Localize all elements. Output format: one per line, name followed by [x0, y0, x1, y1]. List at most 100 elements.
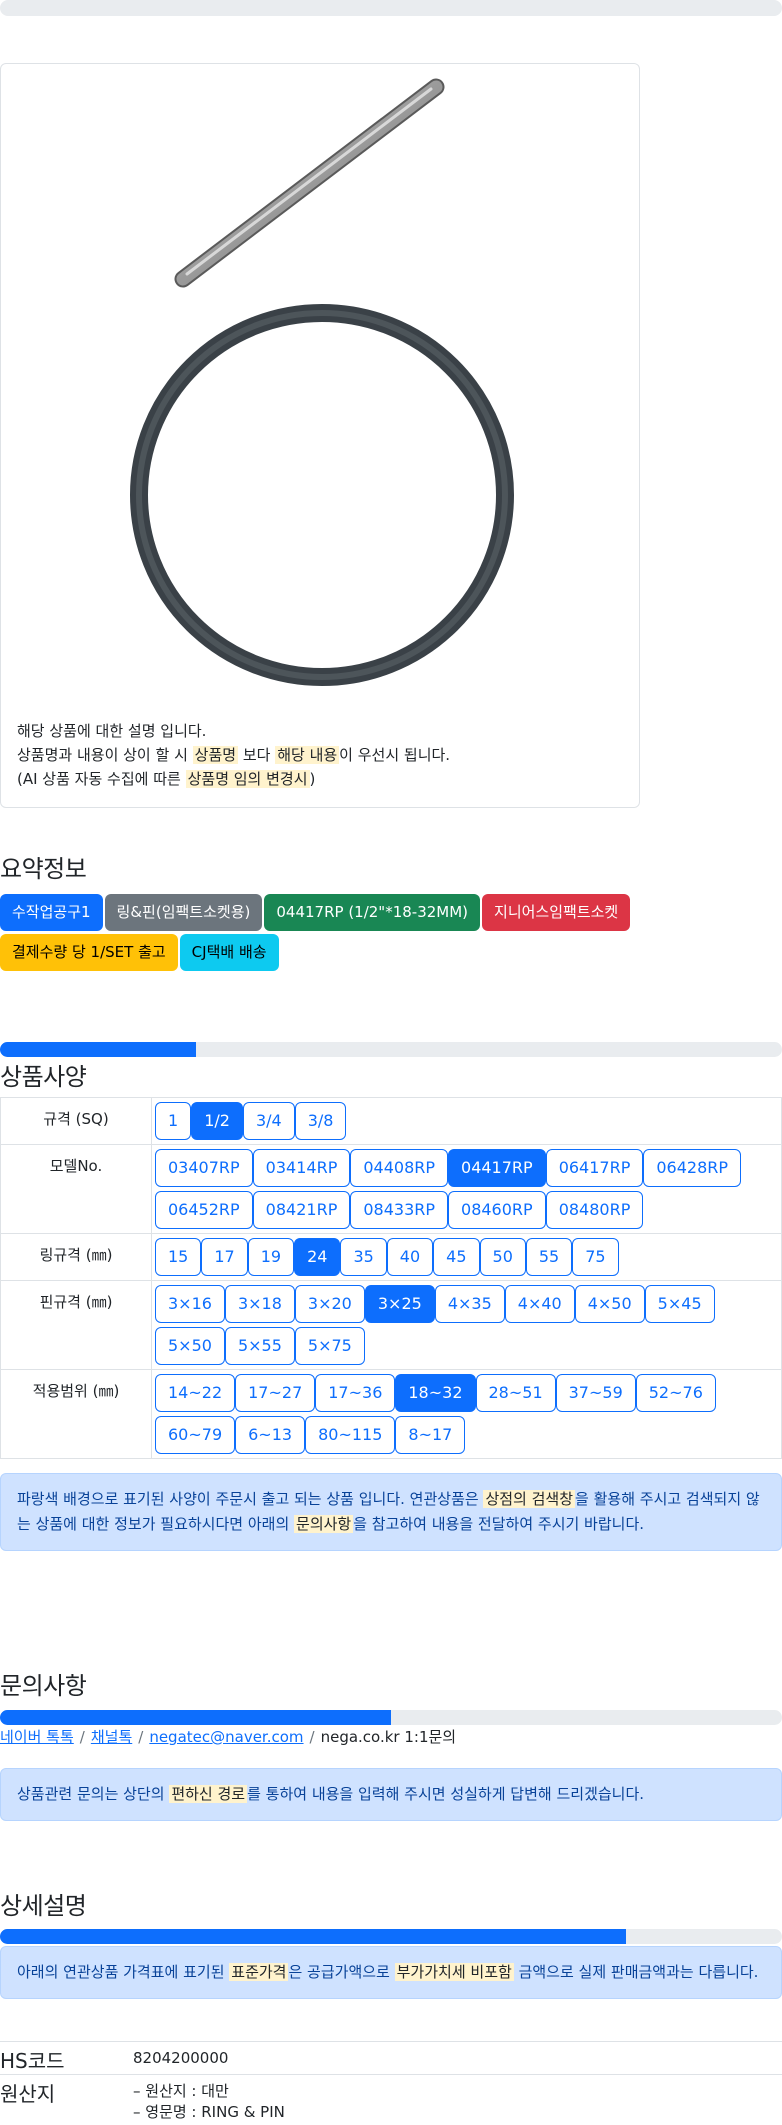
spec-option-button[interactable]: 08460RP — [448, 1191, 546, 1229]
spec-option-button[interactable]: 1 — [155, 1102, 192, 1140]
inquiry-progress-bar — [0, 1710, 782, 1725]
spec-option-button[interactable]: 8~17 — [395, 1416, 466, 1454]
ring-shape — [130, 304, 514, 686]
spec-option-button[interactable]: 37~59 — [555, 1374, 636, 1412]
spec-notice: 파랑색 배경으로 표기된 사양이 주문시 출고 되는 상품 입니다. 연관상품은… — [0, 1473, 782, 1551]
spec-option-button[interactable]: 52~76 — [635, 1374, 716, 1412]
spec-option-button[interactable]: 4×50 — [574, 1285, 645, 1323]
inquiry-title: 문의사항 — [0, 1672, 87, 1700]
spec-option-button[interactable]: 5×50 — [155, 1327, 225, 1365]
summary-badge: 지니어스임팩트소켓 — [482, 894, 631, 931]
highlight-rename: 상품명 임의 변경시 — [185, 770, 310, 788]
info-key: HS코드 — [0, 2041, 133, 2075]
summary-badge: 04417RP (1/2"*18-32MM) — [264, 894, 481, 931]
spec-option-button[interactable]: 08433RP — [350, 1191, 449, 1229]
spec-option-button[interactable]: 15 — [155, 1238, 202, 1276]
spec-option-button[interactable]: 40 — [386, 1238, 434, 1276]
spec-option-button[interactable]: 19 — [247, 1238, 295, 1276]
summary-badge: 링&핀(임팩트소켓용) — [104, 894, 263, 931]
spec-option-button[interactable]: 3/4 — [242, 1102, 295, 1140]
summary-badge: CJ택배 배송 — [179, 934, 279, 971]
email-link[interactable]: negatec@naver.com — [149, 1728, 303, 1746]
spec-option-button[interactable]: 3×25 — [364, 1285, 435, 1323]
spec-option-button[interactable]: 3×18 — [224, 1285, 295, 1323]
spec-options: 1 1/2 3/4 3/8 — [151, 1097, 782, 1145]
info-value-line: 8204200000 — [133, 2049, 229, 2067]
spec-option-button[interactable]: 28~51 — [475, 1374, 556, 1412]
summary-badge: 수작업공구1 — [0, 894, 103, 931]
channel-talk-link[interactable]: 채널톡 — [91, 1728, 132, 1746]
info-row: 원산지 – 원산지 : 대만 – 영문명 : RING & PIN — [0, 2074, 782, 2125]
spec-options: 15 17 19 24 35 40 45 50 55 75 — [151, 1233, 782, 1281]
highlight-vat: 부가가치세 비포함 — [394, 1963, 514, 1981]
spec-option-button[interactable]: 06452RP — [155, 1191, 253, 1229]
site-inquiry-text: nega.co.kr 1:1문의 — [320, 1728, 457, 1746]
spec-option-button[interactable]: 17~27 — [235, 1374, 316, 1412]
spec-option-button[interactable]: 1/2 — [191, 1102, 243, 1140]
info-row: HS코드 8204200000 — [0, 2041, 782, 2075]
info-value: – 원산지 : 대만 – 영문명 : RING & PIN — [133, 2074, 782, 2125]
spec-row: 모델No. 03407RP 03414RP 04408RP 04417RP 06417RP… — [0, 1144, 782, 1234]
spec-options: 03407RP 03414RP 04408RP 04417RP 06417RP 06428… — [151, 1144, 782, 1234]
spec-progress-bar — [0, 1042, 782, 1057]
spec-label: 모델No. — [0, 1144, 152, 1234]
spec-option-button[interactable]: 03407RP — [155, 1149, 253, 1187]
notice-line-2: 상품명과 내용이 상이 할 시 상품명 보다 해당 내용 이 우선시 됩니다. — [17, 746, 451, 764]
highlight-search: 상점의 검색창 — [483, 1490, 576, 1508]
info-value-line: – 영문명 : RING & PIN — [133, 2103, 285, 2121]
spec-option-button[interactable]: 5×45 — [644, 1285, 715, 1323]
detail-notice: 아래의 연관상품 가격표에 표기된 표준가격 은 공급가액으로 부가가치세 비포함… — [0, 1946, 782, 1999]
spec-option-button[interactable]: 06417RP — [545, 1149, 644, 1187]
spec-option-button[interactable]: 3×20 — [294, 1285, 365, 1323]
spec-option-button[interactable]: 24 — [294, 1238, 341, 1276]
spec-option-button[interactable]: 75 — [572, 1238, 619, 1276]
spec-label: 링규격 (㎜) — [0, 1233, 152, 1281]
highlight-content: 해당 내용 — [275, 746, 340, 764]
spec-row: 핀규격 (㎜) 3×16 3×18 3×20 3×25 4×35 4×40 4×50 5×45 5… — [0, 1280, 782, 1370]
spec-option-button[interactable]: 3×16 — [155, 1285, 225, 1323]
spec-option-button[interactable]: 35 — [340, 1238, 387, 1276]
spec-option-button[interactable]: 5×75 — [294, 1327, 365, 1365]
inquiry-notice: 상품관련 문의는 상단의 편하신 경로 를 통하여 내용을 입력해 주시면 성실하… — [0, 1768, 782, 1821]
info-value-line: – 원산지 : 대만 — [133, 2082, 229, 2100]
spec-title: 상품사양 — [0, 1063, 87, 1091]
spec-row: 링규격 (㎜) 15 17 19 24 35 40 45 50 55 75 — [0, 1233, 782, 1281]
spec-option-button[interactable]: 4×35 — [434, 1285, 505, 1323]
spec-option-button[interactable]: 6~13 — [235, 1416, 306, 1454]
spec-option-button[interactable]: 55 — [525, 1238, 573, 1276]
spec-option-button[interactable]: 08421RP — [252, 1191, 351, 1229]
spec-option-button[interactable]: 50 — [479, 1238, 526, 1276]
inquiry-progress-fill — [0, 1710, 391, 1725]
naver-talk-link[interactable]: 네이버 톡톡 — [0, 1728, 74, 1746]
top-progress-bar — [0, 0, 782, 16]
spec-options: 3×16 3×18 3×20 3×25 4×35 4×40 4×50 5×45 5×50 5×55… — [151, 1280, 782, 1370]
spec-option-button[interactable]: 5×55 — [224, 1327, 295, 1365]
spec-option-button[interactable]: 4×40 — [504, 1285, 575, 1323]
spec-option-button[interactable]: 08480RP — [545, 1191, 644, 1229]
spec-option-button[interactable]: 60~79 — [155, 1416, 236, 1454]
spec-option-button[interactable]: 80~115 — [305, 1416, 396, 1454]
detail-progress-fill — [0, 1929, 626, 1944]
spec-label: 적용범위 (㎜) — [0, 1369, 152, 1459]
notice-line-1: 해당 상품에 대한 설명 입니다. — [17, 722, 207, 740]
spec-option-button[interactable]: 14~22 — [155, 1374, 236, 1412]
product-notice: 해당 상품에 대한 설명 입니다. 상품명과 내용이 상이 할 시 상품명 보다… — [17, 719, 450, 791]
spec-option-button[interactable]: 03414RP — [252, 1149, 351, 1187]
info-key: 원산지 — [0, 2074, 133, 2125]
info-value: 8204200000 — [133, 2041, 782, 2075]
spec-row: 규격 (SQ) 1 1/2 3/4 3/8 — [0, 1097, 782, 1145]
spec-progress-fill — [0, 1042, 196, 1057]
highlight-standard-price: 표준가격 — [229, 1963, 289, 1981]
spec-option-button[interactable]: 04417RP — [448, 1149, 546, 1187]
detail-progress-bar — [0, 1929, 782, 1944]
spec-option-button[interactable]: 06428RP — [643, 1149, 742, 1187]
spec-label: 핀규격 (㎜) — [0, 1280, 152, 1370]
spec-option-button[interactable]: 45 — [433, 1238, 480, 1276]
spec-option-button[interactable]: 17 — [201, 1238, 248, 1276]
spec-option-button[interactable]: 04408RP — [350, 1149, 449, 1187]
spec-option-button[interactable]: 17~36 — [315, 1374, 396, 1412]
spec-option-button[interactable]: 18~32 — [395, 1374, 476, 1412]
highlight-product-name: 상품명 — [192, 746, 239, 764]
spec-option-button[interactable]: 3/8 — [294, 1102, 347, 1140]
info-table: HS코드 8204200000 원산지 – 원산지 : 대만 – 영문명 : RING … — [0, 2041, 782, 2125]
